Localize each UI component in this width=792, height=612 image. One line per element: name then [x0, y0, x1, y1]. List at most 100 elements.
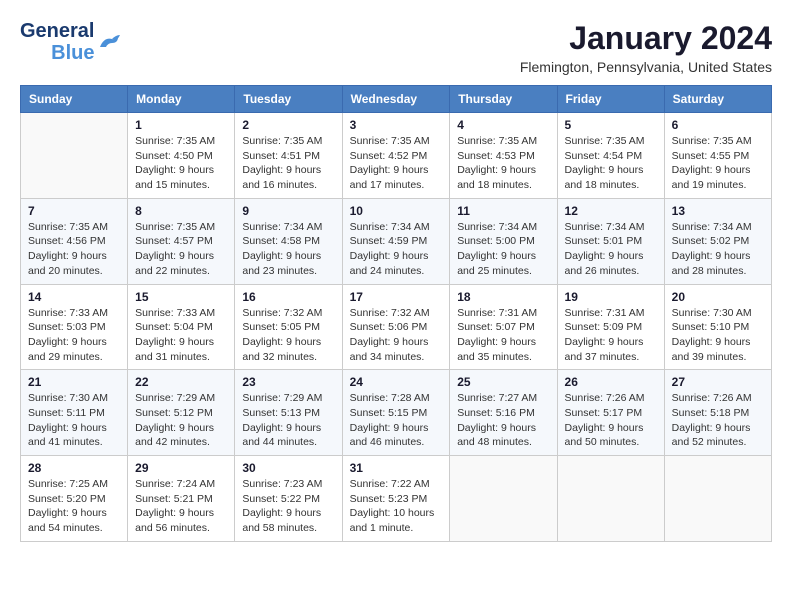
day-info: Sunrise: 7:30 AMSunset: 5:10 PMDaylight:… — [672, 306, 764, 365]
day-number: 17 — [350, 290, 443, 304]
calendar-cell — [557, 456, 664, 542]
day-number: 14 — [28, 290, 120, 304]
calendar-cell: 19 Sunrise: 7:31 AMSunset: 5:09 PMDayligh… — [557, 284, 664, 370]
calendar-cell: 30 Sunrise: 7:23 AMSunset: 5:22 PMDayligh… — [235, 456, 342, 542]
calendar-cell: 7Sunrise: 7:35 AMSunset: 4:56 PMDaylight… — [21, 198, 128, 284]
day-number: 29 — [135, 461, 227, 475]
day-info: Sunrise: 7:31 AMSunset: 5:07 PMDaylight:… — [457, 306, 549, 365]
calendar-cell: 13 Sunrise: 7:34 AMSunset: 5:02 PMDayligh… — [664, 198, 771, 284]
calendar-cell — [450, 456, 557, 542]
day-number: 1 — [135, 118, 227, 132]
calendar-cell: 15 Sunrise: 7:33 AMSunset: 5:04 PMDayligh… — [128, 284, 235, 370]
day-number: 22 — [135, 375, 227, 389]
calendar-cell: 2Sunrise: 7:35 AMSunset: 4:51 PMDaylight… — [235, 113, 342, 199]
calendar-cell: 31 Sunrise: 7:22 AMSunset: 5:23 PMDayligh… — [342, 456, 450, 542]
day-number: 9 — [242, 204, 334, 218]
day-info: Sunrise: 7:35 AMSunset: 4:53 PMDaylight:… — [457, 134, 549, 193]
day-info: Sunrise: 7:25 AMSunset: 5:20 PMDaylight:… — [28, 477, 120, 536]
calendar-cell: 16 Sunrise: 7:32 AMSunset: 5:05 PMDayligh… — [235, 284, 342, 370]
day-number: 11 — [457, 204, 549, 218]
day-info: Sunrise: 7:35 AMSunset: 4:55 PMDaylight:… — [672, 134, 764, 193]
calendar-cell: 11 Sunrise: 7:34 AMSunset: 5:00 PMDayligh… — [450, 198, 557, 284]
calendar-header-saturday: Saturday — [664, 86, 771, 113]
calendar-cell: 10 Sunrise: 7:34 AMSunset: 4:59 PMDayligh… — [342, 198, 450, 284]
day-info: Sunrise: 7:24 AMSunset: 5:21 PMDaylight:… — [135, 477, 227, 536]
day-info: Sunrise: 7:30 AMSunset: 5:11 PMDaylight:… — [28, 391, 120, 450]
day-number: 23 — [242, 375, 334, 389]
day-info: Sunrise: 7:28 AMSunset: 5:15 PMDaylight:… — [350, 391, 443, 450]
calendar-cell: 26Sunrise: 7:26 AMSunset: 5:17 PMDayligh… — [557, 370, 664, 456]
day-info: Sunrise: 7:27 AMSunset: 5:16 PMDaylight:… — [457, 391, 549, 450]
calendar-header-sunday: Sunday — [21, 86, 128, 113]
calendar-cell: 5Sunrise: 7:35 AMSunset: 4:54 PMDaylight… — [557, 113, 664, 199]
day-info: Sunrise: 7:35 AMSunset: 4:51 PMDaylight:… — [242, 134, 334, 193]
day-info: Sunrise: 7:32 AMSunset: 5:06 PMDaylight:… — [350, 306, 443, 365]
day-info: Sunrise: 7:35 AMSunset: 4:56 PMDaylight:… — [28, 220, 120, 279]
calendar-cell: 29 Sunrise: 7:24 AMSunset: 5:21 PMDayligh… — [128, 456, 235, 542]
calendar-cell — [21, 113, 128, 199]
calendar-cell: 4 Sunrise: 7:35 AMSunset: 4:53 PMDaylight… — [450, 113, 557, 199]
calendar-cell: 12 Sunrise: 7:34 AMSunset: 5:01 PMDayligh… — [557, 198, 664, 284]
day-info: Sunrise: 7:35 AMSunset: 4:57 PMDaylight:… — [135, 220, 227, 279]
day-info: Sunrise: 7:29 AMSunset: 5:12 PMDaylight:… — [135, 391, 227, 450]
day-info: Sunrise: 7:33 AMSunset: 5:04 PMDaylight:… — [135, 306, 227, 365]
day-number: 25 — [457, 375, 549, 389]
day-number: 15 — [135, 290, 227, 304]
day-number: 13 — [672, 204, 764, 218]
calendar-header-row: SundayMondayTuesdayWednesdayThursdayFrid… — [21, 86, 772, 113]
calendar-cell: 9 Sunrise: 7:34 AMSunset: 4:58 PMDaylight… — [235, 198, 342, 284]
day-number: 30 — [242, 461, 334, 475]
calendar-cell: 21 Sunrise: 7:30 AMSunset: 5:11 PMDayligh… — [21, 370, 128, 456]
header: General Blue January 2024 Flemington, Pe… — [20, 20, 772, 75]
day-info: Sunrise: 7:34 AMSunset: 5:00 PMDaylight:… — [457, 220, 549, 279]
day-number: 4 — [457, 118, 549, 132]
calendar-cell: 14Sunrise: 7:33 AMSunset: 5:03 PMDayligh… — [21, 284, 128, 370]
day-number: 24 — [350, 375, 443, 389]
day-number: 20 — [672, 290, 764, 304]
location: Flemington, Pennsylvania, United States — [520, 59, 772, 75]
day-info: Sunrise: 7:31 AMSunset: 5:09 PMDaylight:… — [565, 306, 657, 365]
calendar-week-row: 1 Sunrise: 7:35 AMSunset: 4:50 PMDaylight… — [21, 113, 772, 199]
calendar-week-row: 7Sunrise: 7:35 AMSunset: 4:56 PMDaylight… — [21, 198, 772, 284]
day-info: Sunrise: 7:34 AMSunset: 5:02 PMDaylight:… — [672, 220, 764, 279]
calendar-cell: 23Sunrise: 7:29 AMSunset: 5:13 PMDayligh… — [235, 370, 342, 456]
calendar-cell: 27Sunrise: 7:26 AMSunset: 5:18 PMDayligh… — [664, 370, 771, 456]
logo-general: General — [20, 20, 94, 42]
logo: General Blue — [20, 20, 120, 64]
calendar-cell: 18 Sunrise: 7:31 AMSunset: 5:07 PMDayligh… — [450, 284, 557, 370]
day-number: 19 — [565, 290, 657, 304]
day-number: 12 — [565, 204, 657, 218]
day-info: Sunrise: 7:34 AMSunset: 4:58 PMDaylight:… — [242, 220, 334, 279]
day-info: Sunrise: 7:32 AMSunset: 5:05 PMDaylight:… — [242, 306, 334, 365]
calendar-cell: 22 Sunrise: 7:29 AMSunset: 5:12 PMDayligh… — [128, 370, 235, 456]
calendar-week-row: 14Sunrise: 7:33 AMSunset: 5:03 PMDayligh… — [21, 284, 772, 370]
day-info: Sunrise: 7:35 AMSunset: 4:50 PMDaylight:… — [135, 134, 227, 193]
day-info: Sunrise: 7:22 AMSunset: 5:23 PMDaylight:… — [350, 477, 443, 536]
day-number: 26 — [565, 375, 657, 389]
day-number: 8 — [135, 204, 227, 218]
month-title: January 2024 — [520, 20, 772, 57]
calendar-header-tuesday: Tuesday — [235, 86, 342, 113]
calendar-week-row: 21 Sunrise: 7:30 AMSunset: 5:11 PMDayligh… — [21, 370, 772, 456]
calendar-header-friday: Friday — [557, 86, 664, 113]
day-info: Sunrise: 7:34 AMSunset: 5:01 PMDaylight:… — [565, 220, 657, 279]
calendar-cell: 20 Sunrise: 7:30 AMSunset: 5:10 PMDayligh… — [664, 284, 771, 370]
calendar-cell: 1 Sunrise: 7:35 AMSunset: 4:50 PMDaylight… — [128, 113, 235, 199]
day-number: 21 — [28, 375, 120, 389]
day-info: Sunrise: 7:23 AMSunset: 5:22 PMDaylight:… — [242, 477, 334, 536]
calendar-cell — [664, 456, 771, 542]
day-number: 27 — [672, 375, 764, 389]
day-number: 31 — [350, 461, 443, 475]
day-number: 18 — [457, 290, 549, 304]
day-number: 10 — [350, 204, 443, 218]
calendar-cell: 25 Sunrise: 7:27 AMSunset: 5:16 PMDayligh… — [450, 370, 557, 456]
day-info: Sunrise: 7:34 AMSunset: 4:59 PMDaylight:… — [350, 220, 443, 279]
day-number: 16 — [242, 290, 334, 304]
logo-bird-icon — [98, 33, 120, 51]
title-area: January 2024 Flemington, Pennsylvania, U… — [520, 20, 772, 75]
calendar-cell: 24 Sunrise: 7:28 AMSunset: 5:15 PMDayligh… — [342, 370, 450, 456]
calendar-header-monday: Monday — [128, 86, 235, 113]
calendar-cell: 8 Sunrise: 7:35 AMSunset: 4:57 PMDaylight… — [128, 198, 235, 284]
day-info: Sunrise: 7:35 AMSunset: 4:54 PMDaylight:… — [565, 134, 657, 193]
calendar-week-row: 28Sunrise: 7:25 AMSunset: 5:20 PMDayligh… — [21, 456, 772, 542]
